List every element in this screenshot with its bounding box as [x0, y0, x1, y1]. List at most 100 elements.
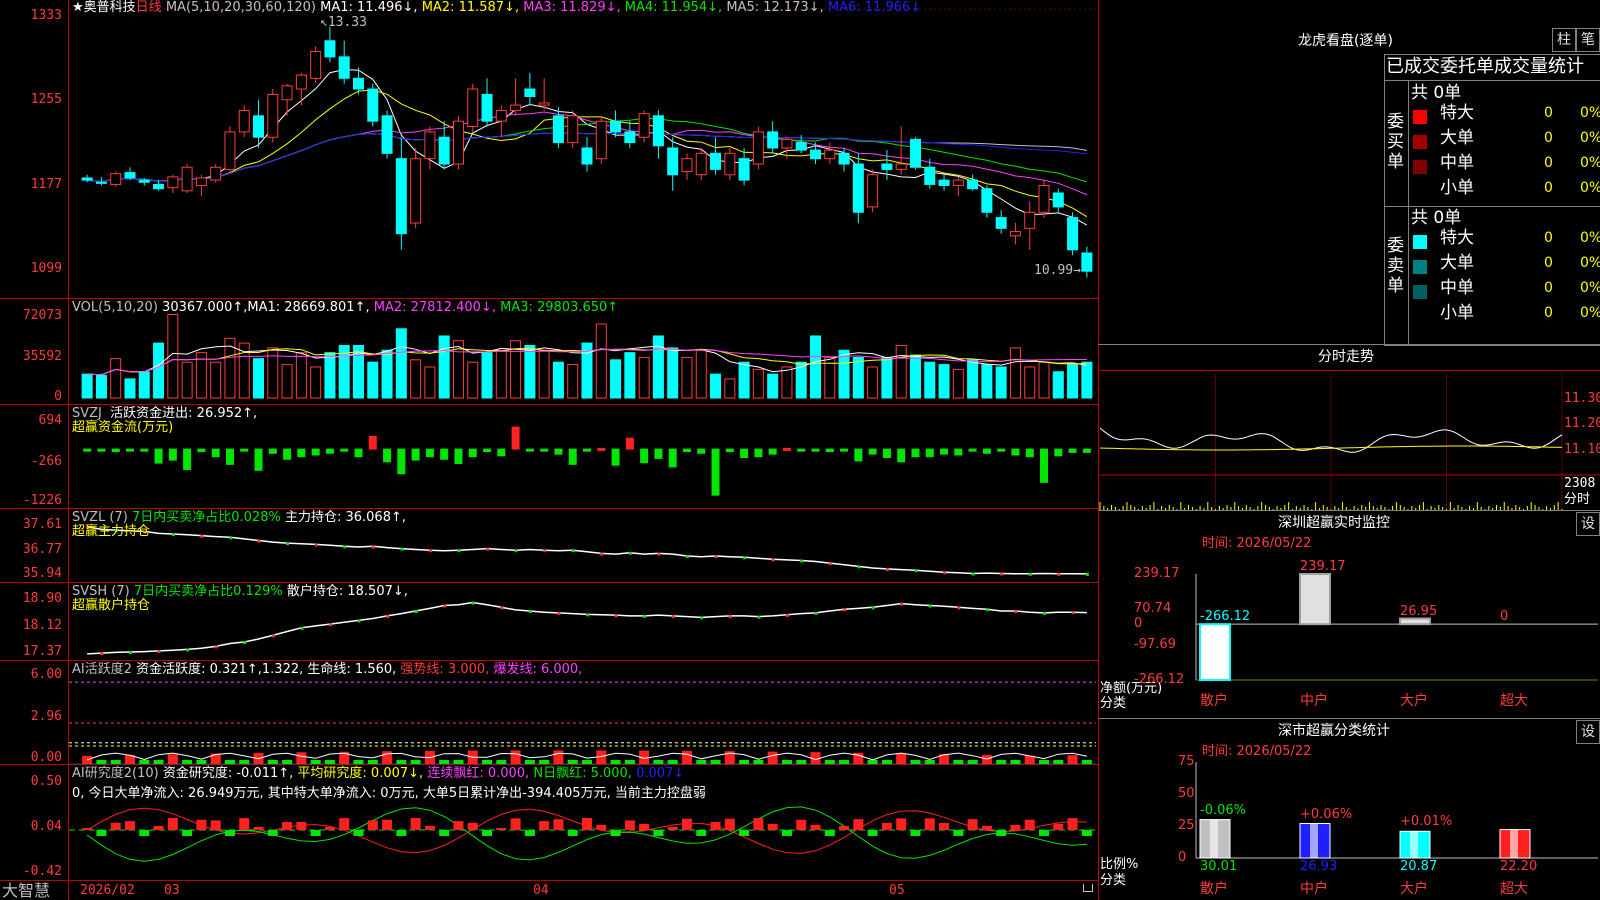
- research-bar: [467, 822, 478, 830]
- sz-class-tick: 0: [1178, 850, 1187, 865]
- active-bar: [610, 759, 621, 764]
- svsh-dot: [186, 648, 190, 652]
- active-bar: [839, 759, 850, 764]
- favorite-star-icon[interactable]: ★: [72, 0, 84, 15]
- volume-bar: [1067, 364, 1079, 399]
- intraday-tick-3: 11.10: [1564, 442, 1600, 457]
- candle-body: [1052, 192, 1064, 208]
- svzj-bar: [311, 448, 320, 456]
- volume-bar: [110, 358, 122, 399]
- svsh-dot: [357, 619, 361, 623]
- volume-bar: [95, 374, 107, 399]
- svzj-bar: [682, 448, 691, 453]
- candle-body: [381, 115, 393, 154]
- svsh-dot: [1071, 611, 1075, 615]
- volume-bar: [310, 366, 322, 399]
- volume-bar: [738, 361, 750, 399]
- candle-body: [667, 147, 679, 176]
- svsh-dot: [528, 610, 532, 614]
- svzl-dot: [1085, 572, 1089, 576]
- tick-mode-button[interactable]: 笔: [1576, 28, 1600, 52]
- chart-canvas[interactable]: [0, 0, 1600, 900]
- research-bar: [953, 830, 964, 836]
- sz-monitor-top-divider: [1098, 510, 1600, 511]
- svzj-bar: [340, 448, 349, 452]
- svzl-dot: [600, 552, 604, 556]
- svsh-dot: [100, 652, 104, 656]
- sz-class-bar-label: 散户: [1200, 881, 1228, 897]
- svzl-dot: [828, 562, 832, 566]
- research-bar: [539, 821, 550, 830]
- svzl-dot: [714, 555, 718, 559]
- candle-body: [467, 88, 479, 128]
- sz-monitor-xlabel: 分类: [1100, 696, 1127, 711]
- svzj-bar: [797, 448, 806, 452]
- sell-row-label: 中单: [1440, 278, 1474, 298]
- research-bar: [196, 819, 207, 830]
- svzl-dot: [657, 552, 661, 556]
- active-bar: [867, 759, 878, 764]
- research-bar: [753, 818, 764, 830]
- sz-monitor-bar-value: 26.95: [1400, 603, 1438, 619]
- sz-monitor-title: 深圳超赢实时监控: [1278, 515, 1390, 531]
- research-bar: [810, 824, 821, 830]
- volume-bar: [410, 359, 422, 399]
- sell-row-pct: 0%: [1580, 305, 1600, 321]
- x-label-mar: 03: [164, 883, 180, 898]
- research-bar: [382, 819, 393, 830]
- candle-body: [1081, 252, 1093, 272]
- svzj-bar: [811, 448, 820, 452]
- vol-tick-3: 0: [54, 389, 62, 404]
- research-bar: [496, 827, 507, 830]
- sz-monitor-bar-value: -266.12: [1200, 609, 1251, 625]
- svzj-bar: [483, 448, 492, 453]
- sell-row-value: 0: [1544, 255, 1553, 271]
- svzj-bar: [954, 448, 963, 456]
- svzj-bar: [497, 448, 506, 457]
- svzl-dot: [171, 533, 175, 537]
- volume-bar: [367, 361, 379, 399]
- research-bar: [724, 818, 735, 830]
- research-bar: [939, 822, 950, 830]
- volume-bar: [281, 364, 293, 399]
- volume-bar: [995, 366, 1007, 399]
- active-bar: [324, 759, 335, 764]
- active-bar: [767, 751, 778, 764]
- research-bar: [453, 821, 464, 830]
- research-bar: [510, 818, 521, 830]
- svsh-dot: [328, 623, 332, 627]
- active-bar: [624, 759, 635, 764]
- sz-monitor-bar: [1199, 623, 1231, 682]
- buy-orders-label: 委买单: [1387, 112, 1404, 172]
- sz-monitor-settings-button[interactable]: 设: [1576, 512, 1600, 536]
- research-bar: [1081, 830, 1092, 836]
- buy-row-pct: 0%: [1580, 130, 1600, 146]
- active-bar: [739, 759, 750, 764]
- volume-bar: [1024, 366, 1036, 399]
- svsh-dot: [471, 601, 475, 605]
- active-bar: [567, 759, 578, 764]
- lock-icon[interactable]: [1083, 884, 1093, 892]
- sz-monitor-bar-label: 中户: [1300, 693, 1328, 709]
- svzl-subtitle: 超赢主力持仓: [72, 524, 151, 539]
- active-bar: [539, 759, 550, 764]
- ma4-value: MA4: 11.954↓,: [624, 0, 723, 15]
- bar-mode-button[interactable]: 柱: [1552, 28, 1576, 52]
- sz-class-settings-button[interactable]: 设: [1576, 720, 1600, 744]
- research-bar: [996, 830, 1007, 836]
- period-label[interactable]: 日线: [136, 0, 162, 15]
- candle-body: [410, 158, 422, 224]
- svsh-dot: [214, 645, 218, 649]
- svzl-dot: [286, 542, 290, 546]
- ai-research-note: 0, 今日大单净流入: 26.949万元, 其中特大单净流入: 0万元, 大单5…: [72, 786, 706, 801]
- svzj-bar: [97, 448, 106, 452]
- svzl-dot: [914, 569, 918, 573]
- ma6-value: MA6: 11.966↓: [827, 0, 922, 15]
- svzj-tick-1: 694: [38, 413, 62, 428]
- svzj-bar: [625, 437, 634, 450]
- candle-body: [881, 163, 893, 170]
- svzj-bar: [825, 448, 834, 453]
- research-bar: [896, 818, 907, 830]
- candle-body: [724, 152, 736, 176]
- sz-monitor-time: 时间: 2026/05/22: [1202, 536, 1312, 551]
